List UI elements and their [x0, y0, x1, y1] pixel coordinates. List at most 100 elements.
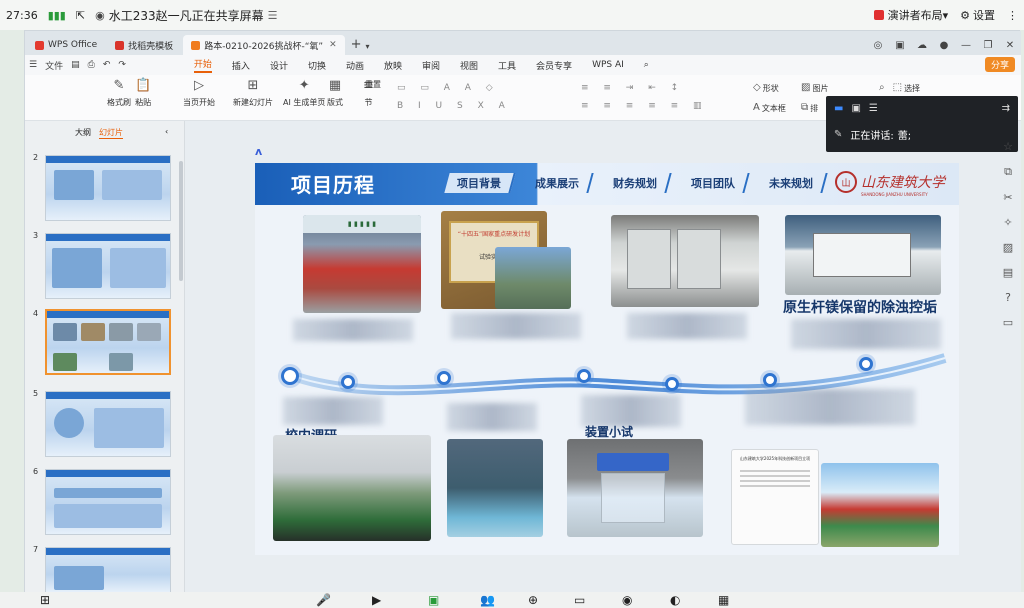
select-button[interactable]: ⌕ ⬚ 选择: [879, 81, 920, 95]
account-icon[interactable]: ◎: [867, 40, 889, 51]
menu-transition[interactable]: 切换: [308, 59, 326, 72]
chat-icon[interactable]: ▭: [1003, 316, 1013, 329]
menu-wps-ai[interactable]: WPS AI: [592, 60, 624, 70]
paragraph-controls[interactable]: ≡ ≡ ⇥ ⇤ ↕: [581, 83, 684, 93]
help-icon[interactable]: ?: [1005, 291, 1011, 304]
participants-icon[interactable]: 👥: [480, 593, 495, 607]
paste-button[interactable]: 📋 粘贴: [135, 79, 151, 108]
ai-generate-button[interactable]: ✦ AI 生成单页: [283, 79, 325, 108]
tab-slides[interactable]: 幻灯片: [99, 127, 123, 139]
close-window-icon[interactable]: ✕: [999, 40, 1021, 51]
wps-logo-icon: [35, 40, 44, 50]
chat-icon[interactable]: ▭: [574, 593, 585, 607]
menu-member[interactable]: 会员专享: [536, 59, 572, 72]
cloud-icon[interactable]: ☁: [911, 40, 933, 51]
list-icon[interactable]: ☰: [869, 103, 878, 114]
menu-insert[interactable]: 插入: [232, 59, 250, 72]
settings-label: 设置: [973, 9, 995, 22]
menu-design[interactable]: 设计: [270, 59, 288, 72]
menu-tools[interactable]: 工具: [498, 59, 516, 72]
close-icon[interactable]: ✕: [329, 40, 337, 50]
reset-button[interactable]: 重置: [365, 75, 381, 90]
slide-number: 7: [33, 545, 39, 554]
copy-icon[interactable]: ⧉: [1004, 165, 1012, 179]
settings-button[interactable]: ⚙ 设置: [960, 7, 995, 23]
slide-thumbnail-2[interactable]: [45, 155, 171, 221]
chevron-down-icon[interactable]: ▾: [366, 42, 370, 51]
presenter-layout-button[interactable]: 演讲者布局 ▾: [873, 7, 948, 23]
scrollbar[interactable]: [179, 161, 183, 281]
share-button[interactable]: 分享: [984, 57, 1015, 72]
add-app-icon[interactable]: ⊞: [40, 593, 50, 607]
menu-home[interactable]: 开始: [193, 57, 212, 73]
tab-outline[interactable]: 大纲: [75, 127, 91, 139]
minimize-icon[interactable]: —: [955, 40, 977, 51]
menu-review[interactable]: 审阅: [422, 59, 440, 72]
layout-button[interactable]: ▦ 版式: [327, 79, 343, 108]
tile-icon[interactable]: ▣: [889, 40, 911, 51]
minimize-icon[interactable]: ▬: [834, 103, 843, 114]
shape-button[interactable]: ◇ 形状: [753, 81, 779, 95]
print-icon[interactable]: ⎙: [88, 60, 95, 70]
scissors-icon[interactable]: ✂: [1003, 191, 1012, 204]
menu-view[interactable]: 视图: [460, 59, 478, 72]
restore-icon[interactable]: ❐: [977, 40, 999, 51]
new-slide-icon: ⊞: [247, 78, 259, 93]
invite-icon[interactable]: ⊕: [528, 593, 538, 607]
search-icon[interactable]: ⌕: [644, 60, 649, 70]
more-icon[interactable]: ⋮: [1007, 9, 1018, 22]
menu-slideshow[interactable]: 放映: [384, 59, 402, 72]
expand-icon[interactable]: ⇉: [1002, 103, 1010, 114]
tab-template[interactable]: 找稻壳模板: [107, 35, 181, 55]
ai-assistant-icon[interactable]: ◐: [670, 593, 680, 607]
menu-file[interactable]: 文件: [45, 59, 63, 72]
mic-off-icon[interactable]: 🎤: [316, 593, 331, 607]
slide-thumbnail-3[interactable]: [45, 233, 171, 299]
ribbon-label: 格式刷: [107, 98, 131, 107]
collapse-icon[interactable]: ‹: [165, 127, 168, 139]
menu-icon[interactable]: ☰: [268, 9, 278, 22]
star-icon[interactable]: ☆: [1003, 140, 1013, 153]
camera-off-icon[interactable]: ▶: [372, 593, 381, 607]
font-controls[interactable]: ▭ ▭ A A ◇: [397, 83, 499, 93]
ai-assist-icon[interactable]: ʌ: [255, 145, 262, 158]
align-icon[interactable]: ≡ ≡ ≡ ≡ ≡ ▥: [581, 101, 708, 111]
meeting-title: 水工233赵一凡正在共享屏幕: [108, 8, 264, 23]
apps-icon[interactable]: ▦: [718, 593, 729, 607]
image-button[interactable]: ▨ 图片: [801, 81, 828, 95]
undo-icon[interactable]: ↶: [103, 60, 111, 70]
slide-thumbnail-4[interactable]: [45, 309, 171, 375]
text-format-icon[interactable]: B I U S X A: [397, 101, 511, 111]
share-screen-icon[interactable]: ▣: [428, 593, 439, 607]
slide-thumbnail-5[interactable]: [45, 391, 171, 457]
document-icon[interactable]: ▤: [1003, 266, 1013, 279]
arrange-button[interactable]: ⧉ 排: [801, 101, 818, 115]
slide-thumbnail-6[interactable]: [45, 469, 171, 535]
external-link-icon[interactable]: ⇱: [76, 9, 85, 22]
slide-thumbnail-7[interactable]: [45, 547, 171, 593]
new-slide-button[interactable]: ⊞ 新建幻灯片: [233, 79, 273, 108]
slide[interactable]: 项目历程 项目背景 成果展示 财务规划 项目团队 未来规划 山 山东建筑大学 S…: [255, 163, 959, 555]
avatar[interactable]: ●: [933, 40, 955, 51]
menu-bar: ☰ 文件 ▤ ⎙ ↶ ↷ 开始 插入 设计 切换 动画 放映 审阅 视图 工具 …: [25, 55, 1021, 75]
timeline-node: [577, 369, 591, 383]
format-painter-button[interactable]: ✎ 格式刷: [107, 79, 131, 108]
brush-icon: ✎: [113, 78, 125, 93]
menu-animation[interactable]: 动画: [346, 59, 364, 72]
textbox-button[interactable]: A 文本框: [753, 101, 786, 115]
play-icon: ▷: [194, 78, 204, 93]
picture-icon[interactable]: ▨: [1003, 241, 1013, 254]
redo-icon[interactable]: ↷: [118, 60, 126, 70]
photo-report-document: 山东建筑大学2025年科技创新项目立项: [731, 449, 819, 545]
tab-document[interactable]: 路本-0210-2026挑战杯-“氧” ✕: [183, 35, 345, 55]
blurred-text: [447, 403, 537, 431]
ribbon-label: 当页开始: [183, 98, 215, 107]
play-from-current-button[interactable]: ▷ 当页开始: [183, 79, 215, 108]
new-tab-button[interactable]: +: [351, 37, 362, 52]
menu-hamburger-icon[interactable]: ☰: [29, 60, 37, 70]
record-icon[interactable]: ◉: [622, 593, 632, 607]
tab-wps-office[interactable]: WPS Office: [27, 35, 105, 55]
gift-icon[interactable]: ✧: [1003, 216, 1012, 229]
window-icon[interactable]: ▣: [851, 103, 860, 114]
save-icon[interactable]: ▤: [71, 60, 80, 70]
